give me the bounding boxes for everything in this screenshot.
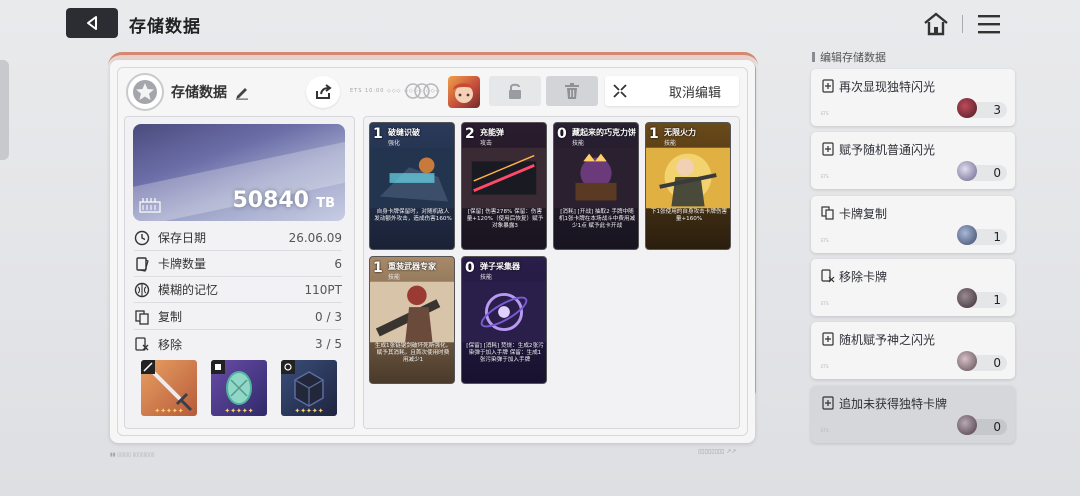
unlock-icon	[509, 83, 521, 99]
card-art-firepower	[646, 147, 730, 209]
resource-gem-icon	[957, 351, 977, 371]
card-art-mech	[370, 147, 454, 209]
card-flash-icon	[822, 332, 834, 346]
card-art-chocolate	[554, 147, 638, 209]
card-5[interactable]: 1 重装武器专家 技能 生成1张链锯剑破坏死斯强化，赋予其消耗，且首次使用时费用…	[369, 256, 455, 384]
footer-deco-right: ▯▯▯▯▯▯▯▯ ↗↗	[698, 448, 737, 455]
card-1[interactable]: 1 破缝识破 强化 自身卡牌保留时，对随机敌人发动额外攻击，造成伤害160%	[369, 122, 455, 250]
option-reveal-unique-flash[interactable]: 再次显现独特闪光 ETS 3	[811, 69, 1015, 126]
edge-drawer-handle[interactable]	[0, 60, 9, 160]
sidebar-title: 编辑存储数据	[820, 51, 886, 64]
star-badge-icon	[133, 80, 157, 104]
storage-capacity-card: 50840 TB	[133, 124, 345, 221]
remove-icon	[821, 269, 835, 283]
remove-icon	[135, 337, 149, 351]
stat-card-count: 卡牌数量 6	[134, 251, 342, 277]
back-button[interactable]	[66, 8, 118, 38]
footer-deco-left: ▮▮ ▯▯▯▯▯ ▯▯▯▯▯▯▯▯	[110, 452, 155, 458]
stat-save-date: 保存日期 26.06.09	[134, 225, 342, 251]
hamburger-menu-icon	[978, 15, 1000, 34]
lock-button[interactable]	[489, 76, 541, 106]
page-title: 存储数据	[129, 17, 201, 37]
trash-icon	[565, 83, 579, 99]
storage-unit: TB	[316, 196, 335, 211]
stat-remove: 移除 3 / 5	[134, 331, 342, 357]
card-6[interactable]: 0 弹子采集器 技能 [保留] [消耗] 焚烧：生成2张污染弹于加入手牌 保留：…	[461, 256, 547, 384]
relic-cube[interactable]: ✦✦✦✦✦	[281, 360, 337, 416]
relic-crystal[interactable]: ✦✦✦✦✦	[211, 360, 267, 416]
stat-copy: 复制 0 / 3	[134, 304, 342, 330]
sidebar-title-marker	[812, 52, 815, 62]
card-icon	[136, 256, 149, 272]
data-emblem	[126, 73, 164, 111]
copy-icon	[135, 309, 149, 325]
resource-gem-icon	[957, 161, 977, 181]
option-add-unobtained-card[interactable]: 追加未获得独特卡牌 ETS 0	[811, 386, 1015, 443]
stat-fuzzy-memory: 模糊的记忆 110PT	[134, 277, 342, 303]
home-button[interactable]	[922, 10, 950, 38]
delete-button[interactable]	[546, 76, 598, 106]
home-icon	[924, 12, 948, 36]
back-arrow-icon	[87, 16, 97, 30]
cancel-edit-label: 取消编辑	[668, 85, 721, 101]
copy-icon	[821, 206, 834, 220]
card-art-heavy-weapon	[370, 281, 454, 343]
card-4[interactable]: 1 无限火力 技能 下1张使用的自身攻击卡牌伤害量+160%	[645, 122, 731, 250]
option-card-copy[interactable]: 卡牌复制 ETS 1	[811, 196, 1015, 253]
clock-icon	[134, 230, 150, 245]
option-remove-card[interactable]: 移除卡牌 ETS 1	[811, 259, 1015, 316]
save-data-name: 存储数据	[171, 85, 227, 101]
header-divider	[962, 15, 963, 33]
storage-value: 50840	[232, 188, 309, 213]
character-face-icon	[453, 83, 475, 103]
relic-sword[interactable]: ✦✦✦✦✦	[141, 360, 197, 416]
rings-icon	[405, 83, 439, 99]
card-add-icon	[822, 396, 834, 410]
brain-icon	[134, 282, 150, 297]
storage-icon	[139, 198, 161, 213]
card-2[interactable]: 2 充能弹 攻击 [保留] 伤害278% 保留：伤害量+120%（使用后恢复）赋…	[461, 122, 547, 250]
share-button[interactable]	[306, 76, 340, 108]
cancel-edit-button[interactable]: 取消编辑	[605, 76, 739, 106]
share-icon	[316, 84, 332, 99]
pencil-icon	[236, 88, 248, 100]
card-art-collector	[462, 281, 546, 343]
resource-gem-icon	[957, 98, 977, 118]
card-flash-icon	[822, 142, 834, 156]
option-random-god-flash[interactable]: 随机赋予神之闪光 ETS 0	[811, 322, 1015, 379]
rings-decoration	[404, 82, 440, 100]
collapse-icon	[605, 83, 635, 99]
resource-gem-icon	[957, 415, 977, 435]
character-portrait[interactable]	[448, 76, 480, 108]
resource-gem-icon	[957, 225, 977, 245]
resource-gem-icon	[957, 288, 977, 308]
option-random-normal-flash[interactable]: 赋予随机普通闪光 ETS 0	[811, 132, 1015, 189]
menu-button[interactable]	[976, 12, 1002, 36]
card-flash-icon	[822, 79, 834, 93]
card-art-charge	[462, 147, 546, 209]
card-3[interactable]: 0 藏起来的巧克力饼 技能 [消耗] [开战] 抽取2 手牌中随机1张卡牌在本场…	[553, 122, 639, 250]
rename-button[interactable]	[234, 84, 250, 100]
